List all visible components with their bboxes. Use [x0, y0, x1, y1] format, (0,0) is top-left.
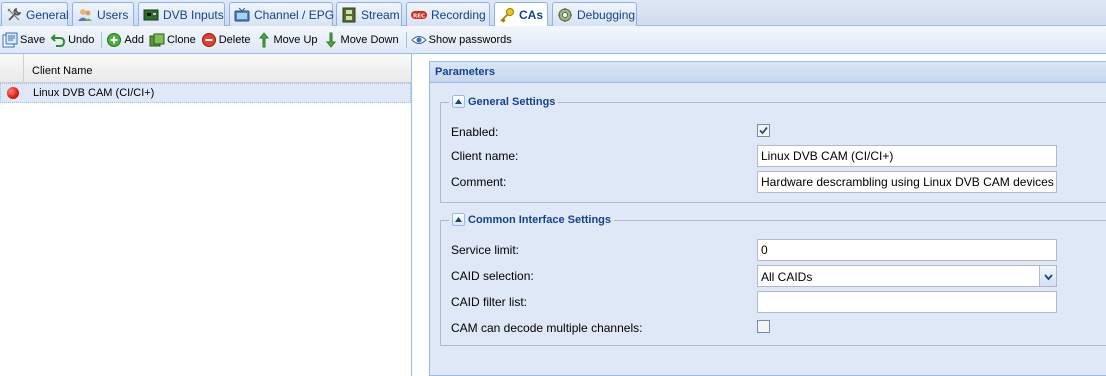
enabled-label: Enabled: [451, 125, 499, 139]
clone-icon [149, 32, 165, 48]
tab-debugging[interactable]: Debugging [552, 2, 637, 26]
undo-label: Undo [68, 33, 95, 46]
general-settings-legend: General Settings [449, 95, 559, 108]
users-icon [77, 7, 93, 23]
ca-client-grid: Client Name Linux DVB CAM (CI/CI+) [0, 54, 412, 376]
common-interface-legend: Common Interface Settings [449, 213, 615, 226]
toolbar: Save Undo Add Clone Delete Move Up Move … [0, 26, 1106, 54]
row-status-cell [1, 87, 25, 99]
caid-filter-field[interactable] [757, 291, 1057, 313]
enabled-checkbox[interactable] [757, 124, 770, 137]
delete-button[interactable]: Delete [200, 29, 255, 51]
comment-field[interactable]: Hardware descrambling using Linux DVB CA… [757, 171, 1057, 193]
comment-label: Comment: [451, 175, 507, 189]
show-passwords-button[interactable]: Show passwords [410, 29, 516, 51]
clone-label: Clone [166, 33, 196, 46]
general-settings-fieldset: General Settings Enabled: Client name: L… [440, 95, 1106, 203]
collapse-general-button[interactable] [452, 95, 465, 108]
enabled-row: Enabled: [441, 121, 1106, 143]
save-icon [2, 32, 18, 48]
add-button[interactable]: Add [105, 29, 148, 51]
table-row[interactable]: Linux DVB CAM (CI/CI+) [0, 83, 411, 103]
caid-selection-dropdown[interactable]: All CAIDs [757, 265, 1057, 287]
caid-filter-label: CAID filter list: [451, 295, 528, 309]
arrow-up-icon [256, 31, 272, 48]
caid-selection-label: CAID selection: [451, 269, 534, 283]
common-interface-title: Common Interface Settings [468, 213, 612, 226]
undo-icon [50, 32, 66, 48]
parameters-title: Parameters [430, 62, 1106, 83]
save-label: Save [20, 33, 46, 46]
caid-selection-row: CAID selection: All CAIDs [441, 265, 1106, 287]
dvb-card-icon [143, 7, 159, 23]
client-name-cell: Linux DVB CAM (CI/CI+) [33, 87, 155, 99]
tab-label: Recording [431, 7, 486, 22]
tab-label: General [26, 7, 69, 22]
wrench-icon [6, 7, 22, 23]
add-label: Add [124, 33, 144, 46]
parameters-panel: Parameters General Settings Enabled: Cli… [429, 61, 1106, 376]
grid-header: Client Name [0, 54, 411, 83]
add-icon [106, 32, 122, 48]
chevron-up-icon [455, 217, 462, 222]
chevron-up-icon [455, 99, 462, 104]
tab-label: DVB Inputs [163, 7, 224, 22]
move-down-label: Move Down [340, 33, 399, 46]
client-name-row: Client name: Linux DVB CAM (CI/CI+) [441, 145, 1106, 167]
move-up-label: Move Up [273, 33, 318, 46]
toolbar-separator [101, 31, 103, 48]
chevron-down-icon[interactable] [1039, 266, 1056, 286]
clone-button[interactable]: Clone [148, 29, 200, 51]
toolbar-separator [405, 31, 407, 48]
general-settings-title: General Settings [468, 95, 556, 108]
film-icon [341, 7, 357, 23]
tv-icon [234, 7, 250, 23]
caid-selection-value: All CAIDs [761, 270, 813, 284]
service-limit-label: Service limit: [451, 243, 520, 257]
tab-general[interactable]: General [1, 2, 69, 26]
bug-icon [557, 7, 573, 23]
tab-label: Stream [361, 7, 400, 22]
comment-row: Comment: Hardware descrambling using Lin… [441, 171, 1106, 193]
delete-label: Delete [218, 33, 251, 46]
client-name-field[interactable]: Linux DVB CAM (CI/CI+) [757, 145, 1057, 167]
collapse-ci-button[interactable] [452, 213, 465, 226]
status-dot-icon [7, 87, 19, 99]
arrow-down-icon [323, 32, 339, 48]
eye-icon [410, 32, 427, 48]
caid-filter-row: CAID filter list: [441, 291, 1106, 313]
service-limit-field[interactable]: 0 [757, 239, 1057, 261]
tab-channel-epg[interactable]: Channel / EPG [229, 2, 335, 26]
multi-channel-row: CAM can decode multiple channels: [441, 317, 1106, 339]
move-up-button[interactable]: Move Up [255, 29, 322, 51]
svg-text:REC: REC [413, 13, 425, 19]
service-limit-row: Service limit: 0 [441, 239, 1106, 261]
tab-stream[interactable]: Stream [336, 2, 402, 26]
client-name-column-header[interactable]: Client Name [24, 54, 411, 82]
tab-label: Debugging [577, 7, 636, 22]
tab-label: Channel / EPG [254, 7, 335, 22]
tab-recording[interactable]: REC Recording [406, 2, 490, 26]
tab-cas[interactable]: CAs [494, 2, 548, 27]
move-down-button[interactable]: Move Down [322, 29, 403, 51]
checkmark-icon [759, 126, 768, 135]
show-passwords-label: Show passwords [428, 33, 512, 46]
save-button[interactable]: Save [1, 29, 49, 51]
tab-label: CAs [519, 8, 544, 22]
status-column-header[interactable] [0, 54, 24, 82]
tab-users[interactable]: Users [72, 2, 134, 26]
delete-icon [201, 32, 217, 48]
multi-channel-checkbox[interactable] [757, 320, 770, 333]
tab-bar: General Users DVB Inputs Channel / EPG S… [0, 0, 1106, 27]
key-icon [499, 7, 515, 23]
client-name-label: Client name: [451, 149, 519, 163]
multi-channel-label: CAM can decode multiple channels: [451, 321, 643, 335]
undo-button[interactable]: Undo [49, 29, 98, 51]
tab-label: Users [97, 7, 129, 22]
tab-dvb-inputs[interactable]: DVB Inputs [138, 2, 225, 26]
common-interface-fieldset: Common Interface Settings Service limit:… [440, 213, 1106, 346]
rec-icon: REC [411, 7, 427, 23]
